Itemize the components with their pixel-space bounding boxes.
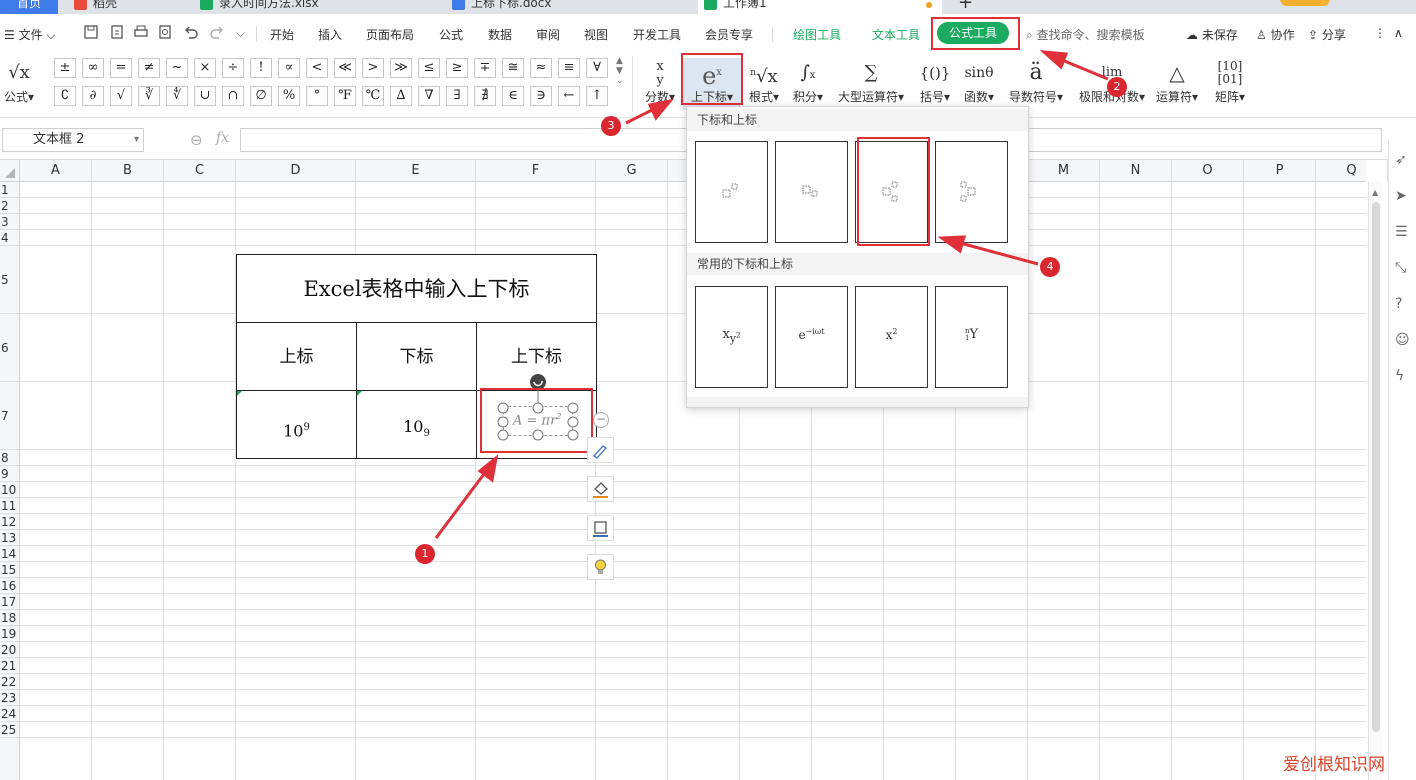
vertical-scrollbar[interactable]: ▲ xyxy=(1368,182,1382,780)
watermark: 爱创根知识网 xyxy=(1283,750,1385,775)
annotation-badge-1: 1 xyxy=(415,544,435,564)
rocket-icon[interactable]: ➶ xyxy=(1395,152,1413,170)
resize-icon[interactable]: ⤡ xyxy=(1395,260,1413,278)
scroll-thumb[interactable] xyxy=(1372,202,1380,732)
right-sidebar: ➶ ➤ ☰ ⤡ ? ☺ ϟ xyxy=(1388,140,1416,780)
settings-sliders-icon[interactable]: ☰ xyxy=(1395,224,1413,242)
annotation-badge-3: 3 xyxy=(601,116,621,136)
lightning-icon[interactable]: ϟ xyxy=(1395,368,1413,386)
annotation-badge-2: 2 xyxy=(1107,77,1127,97)
scroll-up-icon[interactable]: ▲ xyxy=(1372,188,1378,197)
robot-icon[interactable]: ☺ xyxy=(1395,332,1413,350)
annotation-arrows xyxy=(434,50,1109,539)
annotation-badge-4: 4 xyxy=(1040,257,1060,277)
cursor-icon[interactable]: ➤ xyxy=(1395,188,1413,206)
help-icon[interactable]: ? xyxy=(1395,296,1413,314)
watermark-text: 爱创根知识网 xyxy=(1283,755,1385,775)
